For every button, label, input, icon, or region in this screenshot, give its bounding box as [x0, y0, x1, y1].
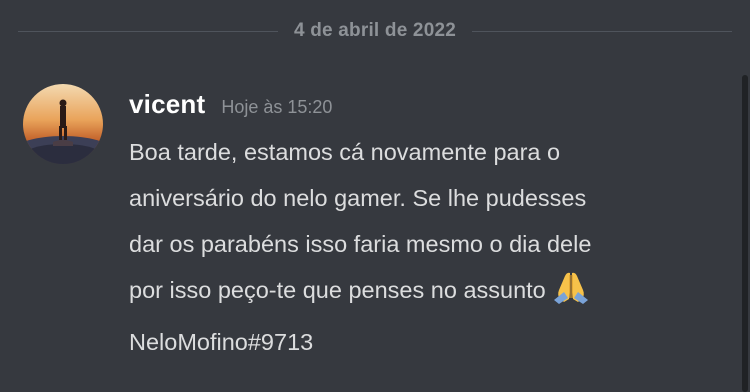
- message-content: Boa tarde, estamos cá novamente para o a…: [129, 129, 710, 365]
- avatar[interactable]: [23, 84, 103, 164]
- divider-line-right: [472, 30, 732, 32]
- scrollbar-thumb[interactable]: [742, 75, 748, 392]
- divider-line-left: [18, 30, 278, 32]
- timestamp[interactable]: Hoje às 15:20: [221, 97, 332, 118]
- folded-hands-icon[interactable]: [552, 270, 590, 319]
- message-line: NeloMofino#9713: [129, 329, 314, 355]
- message-line: dar os parabéns isso faria mesmo o dia d…: [129, 231, 592, 257]
- message-line: por isso peço-te que penses no assunto: [129, 277, 546, 303]
- message[interactable]: vicent Hoje às 15:20 Boa tarde, estamos …: [129, 89, 710, 365]
- divider-date: 4 de abril de 2022: [293, 19, 457, 41]
- message-header: vicent Hoje às 15:20: [129, 89, 710, 123]
- message-line: aniversário do nelo gamer. Se lhe pudess…: [129, 185, 587, 211]
- avatar-image: [23, 84, 103, 164]
- chat-view: 4 de abril de 2022 vicent Hoje às 15:20 …: [0, 0, 750, 392]
- message-line-with-emoji: por isso peço-te que penses no assunto: [129, 267, 710, 319]
- username[interactable]: vicent: [129, 89, 205, 120]
- message-line: Boa tarde, estamos cá novamente para o: [129, 139, 561, 165]
